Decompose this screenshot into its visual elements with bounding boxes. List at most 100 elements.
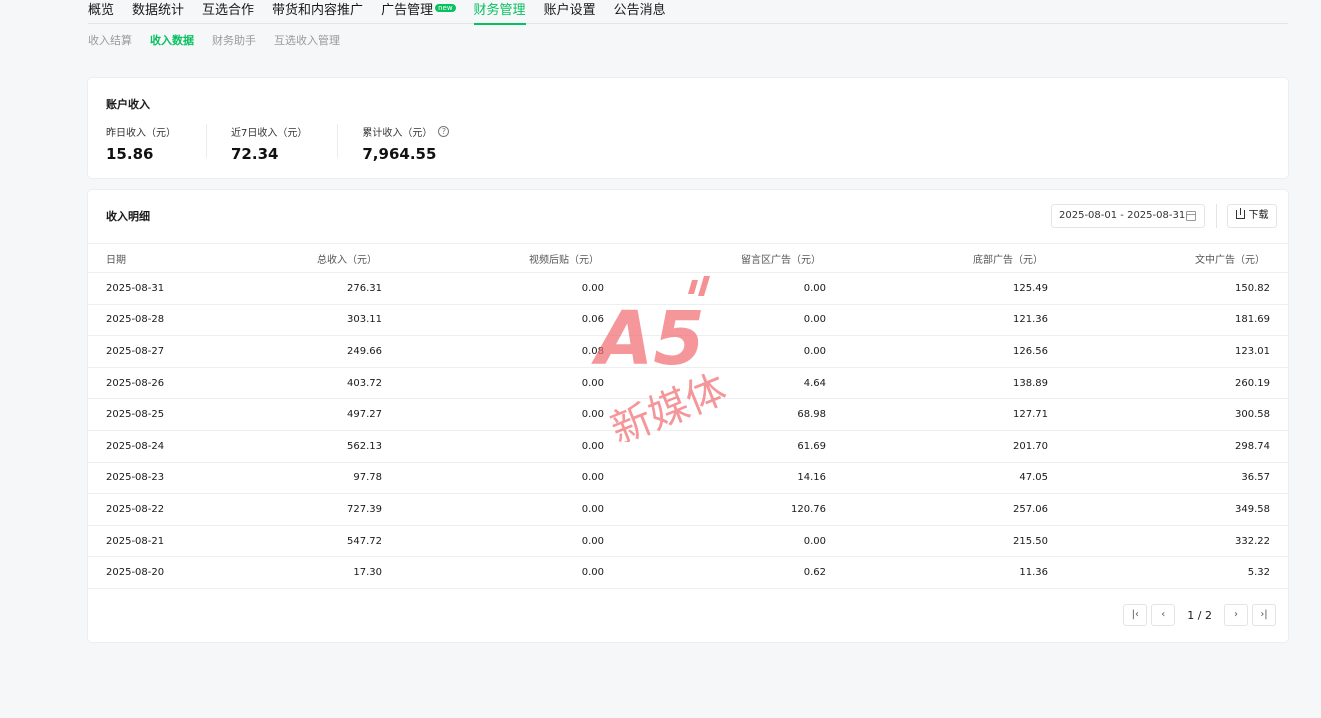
nav-item-finance[interactable]: 财务管理 [473, 0, 526, 25]
table-header: 日期 总收入（元） 视频后贴（元） 留言区广告（元） 底部广告（元） 文中广告（… [88, 243, 1288, 273]
table-cell: 249.66 [347, 345, 382, 357]
pagination: |‹ ‹ 1 / 2 › ›| [1119, 604, 1276, 626]
subnav-item-mutual-income[interactable]: 互选收入管理 [274, 32, 340, 48]
table-cell: 0.00 [803, 314, 826, 326]
table-cell: 120.76 [791, 503, 826, 515]
table-cell: 17.30 [353, 567, 382, 579]
table-row: 2025-08-22 727.39 0.00 120.76 257.06 349.58 [88, 494, 1288, 526]
nav-item-account[interactable]: 账户设置 [544, 0, 596, 24]
nav-item-notices[interactable]: 公告消息 [614, 0, 666, 24]
prev-page-button[interactable]: ‹ [1151, 604, 1176, 626]
table-cell: 727.39 [347, 503, 382, 515]
table-cell: 276.31 [347, 282, 382, 294]
table-cell: 0.08 [581, 345, 604, 357]
table-cell: 0.00 [581, 377, 604, 389]
table-cell: 0.00 [581, 409, 604, 421]
help-icon[interactable]: ? [438, 126, 450, 137]
table-cell: 14.16 [797, 472, 826, 484]
account-income-title: 账户收入 [106, 98, 150, 111]
table-cell: 36.57 [1241, 472, 1270, 484]
column-header-video: 视频后贴（元） [529, 254, 599, 266]
metric-label: 累计收入（元）? [362, 124, 450, 139]
column-header-inline-ads: 文中广告（元） [1195, 254, 1265, 266]
table-cell: 201.70 [1013, 440, 1048, 452]
table-cell: 0.62 [803, 567, 826, 579]
table-cell: 2025-08-20 [106, 567, 165, 579]
table-cell: 121.36 [1013, 314, 1048, 326]
table-cell: 562.13 [347, 440, 382, 452]
table-cell: 2025-08-26 [106, 377, 165, 389]
table-cell: 2025-08-23 [106, 472, 165, 484]
metric-7days: 近7日收入（元） 72.34 [231, 124, 339, 163]
table-cell: 0.00 [581, 440, 604, 452]
table-cell: 349.58 [1235, 503, 1270, 515]
last-page-button[interactable]: ›| [1252, 604, 1276, 626]
table-row: 2025-08-24 562.13 0.00 61.69 201.70 298.74 [88, 431, 1288, 463]
table-row: 2025-08-28 303.11 0.06 0.00 121.36 181.69 [88, 305, 1288, 337]
subnav-item-settlement[interactable]: 收入结算 [88, 32, 132, 48]
table-cell: 0.06 [581, 314, 604, 326]
table-cell: 0.00 [581, 282, 604, 294]
table-cell: 2025-08-25 [106, 409, 165, 421]
nav-item-promotion[interactable]: 带货和内容推广 [272, 0, 363, 24]
nav-item-ads-label: 广告管理 [381, 3, 434, 18]
subnav-item-income-data[interactable]: 收入数据 [150, 32, 194, 48]
column-header-date: 日期 [106, 254, 126, 266]
nav-item-statistics[interactable]: 数据统计 [132, 0, 184, 24]
table-row: 2025-08-26 403.72 0.00 4.64 138.89 260.19 [88, 368, 1288, 400]
download-icon [1235, 208, 1245, 219]
next-page-button[interactable]: › [1224, 604, 1248, 626]
metric-label: 昨日收入（元） [106, 128, 176, 139]
date-range-picker[interactable]: 2025-08-01 - 2025-08-31 [1051, 204, 1205, 228]
table-cell: 126.56 [1013, 345, 1048, 357]
table-cell: 97.78 [353, 472, 382, 484]
column-header-bottom-ads: 底部广告（元） [973, 254, 1043, 266]
metric-value: 15.86 [106, 145, 154, 163]
table-row: 2025-08-21 547.72 0.00 0.00 215.50 332.22 [88, 526, 1288, 558]
metric-yesterday: 昨日收入（元） 15.86 [106, 124, 207, 163]
table-cell: 497.27 [347, 409, 382, 421]
page-indicator: 1 / 2 [1187, 608, 1212, 622]
table-cell: 547.72 [347, 535, 382, 547]
table-row: 2025-08-23 97.78 0.00 14.16 47.05 36.57 [88, 463, 1288, 495]
nav-item-cooperation[interactable]: 互选合作 [202, 0, 254, 24]
column-header-comment-ads: 留言区广告（元） [741, 254, 821, 266]
table-cell: 303.11 [347, 314, 382, 326]
table-body: 2025-08-31 276.31 0.00 0.00 125.49 150.82 2025… [88, 273, 1288, 589]
income-metrics: 昨日收入（元） 15.86 近7日收入（元） 72.34 累计收入（元）? 7,… [106, 124, 503, 163]
table-cell: 68.98 [797, 409, 826, 421]
metric-label: 近7日收入（元） [231, 128, 308, 139]
metric-total: 累计收入（元）? 7,964.55 [362, 124, 479, 163]
download-label: 下载 [1248, 210, 1269, 221]
table-cell: 2025-08-28 [106, 314, 165, 326]
table-cell: 125.49 [1013, 282, 1048, 294]
new-badge: new [435, 4, 456, 12]
column-header-total: 总收入（元） [317, 254, 377, 266]
download-button[interactable]: 下载 [1227, 204, 1277, 228]
table-cell: 2025-08-21 [106, 535, 165, 547]
table-cell: 138.89 [1013, 377, 1048, 389]
table-row: 2025-08-20 17.30 0.00 0.62 11.36 5.32 [88, 557, 1288, 589]
income-detail-card: 收入明细 2025-08-01 - 2025-08-31 下载 日期 总收入（元… [88, 190, 1288, 642]
toolbar-divider [1216, 204, 1217, 228]
table-cell: 127.71 [1013, 409, 1048, 421]
account-income-card: 账户收入 昨日收入（元） 15.86 近7日收入（元） 72.34 累计收入（元… [88, 78, 1288, 178]
table-cell: 332.22 [1235, 535, 1270, 547]
table-cell: 0.00 [581, 472, 604, 484]
nav-item-overview[interactable]: 概览 [88, 0, 114, 24]
calendar-icon [1186, 211, 1196, 221]
table-cell: 257.06 [1013, 503, 1048, 515]
table-cell: 0.00 [581, 535, 604, 547]
table-cell: 300.58 [1235, 409, 1270, 421]
table-cell: 47.05 [1019, 472, 1048, 484]
subnav-item-assistant[interactable]: 财务助手 [212, 32, 256, 48]
first-page-button[interactable]: |‹ [1123, 604, 1148, 626]
nav-item-ads[interactable]: 广告管理 new [381, 0, 456, 24]
table-cell: 150.82 [1235, 282, 1270, 294]
income-detail-title: 收入明细 [106, 210, 150, 223]
table-row: 2025-08-27 249.66 0.08 0.00 126.56 123.01 [88, 336, 1288, 368]
table-cell: 0.00 [803, 345, 826, 357]
top-nav: 概览 数据统计 互选合作 带货和内容推广 广告管理 new 财务管理 账户设置 公… [88, 0, 1288, 25]
table-cell: 2025-08-24 [106, 440, 165, 452]
table-cell: 0.00 [803, 282, 826, 294]
